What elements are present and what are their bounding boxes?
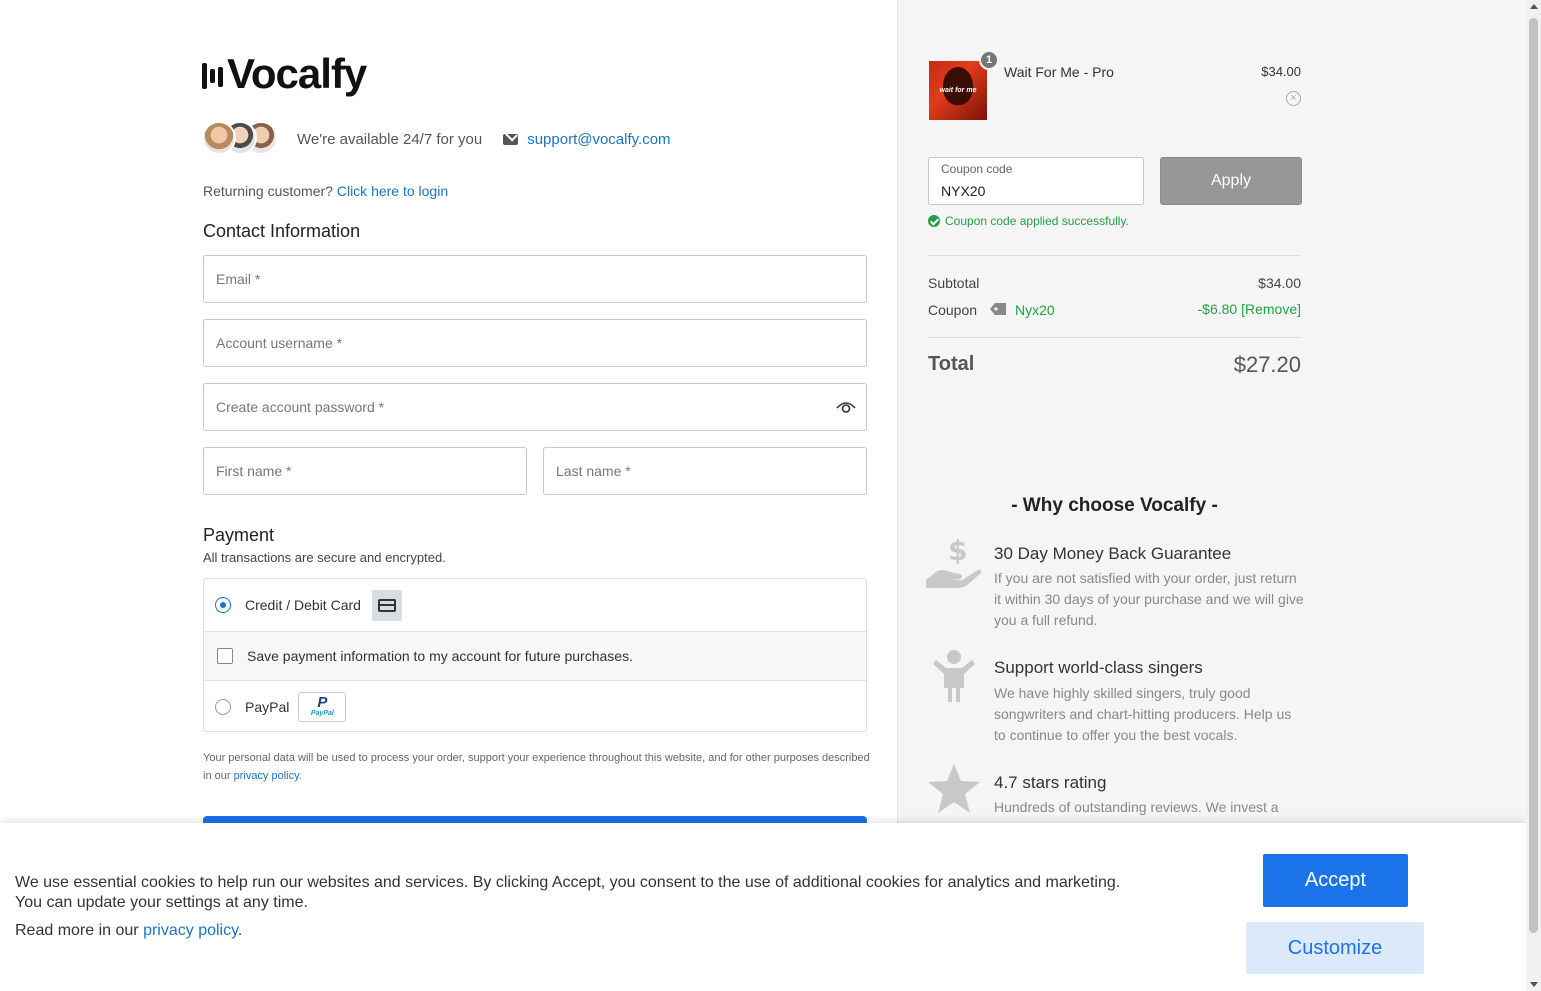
scrollbar-thumb[interactable] (1529, 18, 1538, 933)
privacy-notice: Your personal data will be used to proce… (203, 749, 873, 785)
product-price: $34.00 (1261, 64, 1301, 79)
save-payment-label: Save payment information to my account f… (247, 648, 633, 664)
total-value: $27.20 (1233, 352, 1301, 377)
login-link[interactable]: Click here to login (337, 183, 448, 199)
coupon-success-message: Coupon code applied successfully. (928, 214, 1129, 228)
feature-description: We have highly skilled singers, truly go… (994, 685, 1292, 743)
paypal-label: PayPal (245, 698, 290, 715)
money-hand-icon: $ (926, 536, 982, 588)
privacy-suffix: . (298, 770, 302, 782)
star-icon (928, 764, 980, 813)
username-placeholder: Account username * (216, 335, 343, 351)
product-thumbnail-text: wait for me (939, 87, 977, 94)
save-payment-checkbox[interactable] (217, 648, 233, 664)
paypal-logo: P PayPal (298, 691, 347, 722)
contact-heading: Contact Information (203, 221, 361, 241)
page-scrollbar[interactable] (1526, 0, 1541, 991)
returning-text: Returning customer? (203, 183, 333, 199)
cookie-message: We use essential cookies to help run our… (15, 874, 1121, 911)
username-field[interactable]: Account username * (203, 319, 867, 367)
privacy-policy-link[interactable]: privacy policy (234, 770, 299, 782)
password-field[interactable]: Create account password * (203, 383, 867, 431)
sound-bars-icon (202, 59, 223, 89)
cookie-read-more: Read more in our privacy policy. (15, 922, 242, 940)
support-email-link[interactable]: support@vocalfy.com (527, 131, 670, 148)
email-placeholder: Email * (216, 271, 261, 287)
coupon-code-field[interactable]: Coupon code NYX20 (928, 157, 1144, 205)
first-name-field[interactable]: First name * (203, 447, 527, 495)
scroll-down-arrow-icon[interactable] (1530, 982, 1538, 987)
check-circle-icon (928, 215, 940, 227)
close-circle-icon[interactable]: × (1286, 91, 1301, 106)
applied-coupon-name: Nyx20 (1015, 302, 1055, 318)
product-thumbnail: wait for me (929, 61, 987, 120)
card-radio[interactable] (215, 597, 231, 613)
coupon-success-text: Coupon code applied successfully. (945, 214, 1129, 228)
coupon-code-label: Coupon code (941, 162, 1013, 176)
cookie-read-suffix: . (237, 922, 243, 939)
customize-cookies-button[interactable]: Customize (1246, 922, 1424, 974)
accept-cookies-button[interactable]: Accept (1263, 854, 1408, 907)
last-name-field[interactable]: Last name * (543, 447, 867, 495)
divider (928, 255, 1301, 256)
paypal-radio[interactable] (215, 698, 231, 715)
feature-title: 4.7 stars rating (994, 773, 1107, 792)
coupon-discount-remove[interactable]: -$6.80 [Remove] (1198, 301, 1302, 317)
cookie-privacy-link[interactable]: privacy policy (143, 922, 238, 939)
cookie-read-prefix: Read more in our (15, 922, 139, 939)
feature-title: 30 Day Money Back Guarantee (994, 544, 1232, 563)
logo-text: Vocalfy (227, 50, 367, 97)
svg-text:$: $ (948, 536, 967, 567)
feature-description: If you are not satisfied with your order… (994, 570, 1304, 628)
quantity-badge: 1 (979, 50, 999, 70)
support-avatars (202, 121, 278, 157)
first-name-placeholder: First name * (216, 463, 292, 479)
payment-methods: Credit / Debit Card Save payment informa… (203, 578, 867, 732)
total-label: Total (928, 353, 975, 375)
payment-option-card[interactable]: Credit / Debit Card (204, 579, 866, 632)
returning-customer: Returning customer? Click here to login (203, 183, 448, 199)
card-label: Credit / Debit Card (245, 597, 361, 613)
feature-title: Support world-class singers (994, 658, 1203, 677)
save-payment-row[interactable]: Save payment information to my account f… (204, 632, 866, 681)
subtotal-value: $34.00 (1258, 275, 1301, 291)
scroll-up-arrow-icon[interactable] (1530, 4, 1538, 9)
product-name: Wait For Me - Pro (1004, 64, 1114, 80)
tag-icon (990, 303, 1006, 315)
availability-bar: We're available 24/7 for you support@voc… (202, 121, 671, 157)
coupon-summary-label: Coupon (928, 302, 978, 318)
paypal-logo-text: PayPal (310, 709, 334, 717)
divider (928, 337, 1301, 338)
feature-description: Hundreds of outstanding reviews. We inve… (994, 799, 1279, 815)
envelope-icon (503, 133, 519, 145)
avatar (202, 121, 236, 155)
payment-heading: Payment (203, 525, 275, 545)
payment-subtitle: All transactions are secure and encrypte… (203, 550, 446, 565)
person-icon (933, 650, 975, 702)
coupon-code-value: NYX20 (941, 183, 986, 199)
password-placeholder: Create account password * (216, 399, 385, 415)
last-name-placeholder: Last name * (556, 463, 631, 479)
credit-card-icon (371, 589, 402, 621)
cookie-banner: We use essential cookies to help run our… (0, 823, 1526, 991)
why-choose-heading: - Why choose Vocalfy - (1011, 495, 1218, 516)
apply-coupon-button[interactable]: Apply (1160, 157, 1302, 205)
email-field[interactable]: Email * (203, 255, 867, 303)
payment-option-paypal[interactable]: PayPal P PayPal (204, 681, 866, 732)
privacy-text: Your personal data will be used to proce… (203, 752, 870, 782)
vocalfy-logo[interactable]: Vocalfy (202, 50, 367, 97)
availability-text: We're available 24/7 for you (297, 130, 483, 148)
subtotal-label: Subtotal (928, 275, 980, 291)
eye-icon[interactable] (836, 400, 856, 414)
